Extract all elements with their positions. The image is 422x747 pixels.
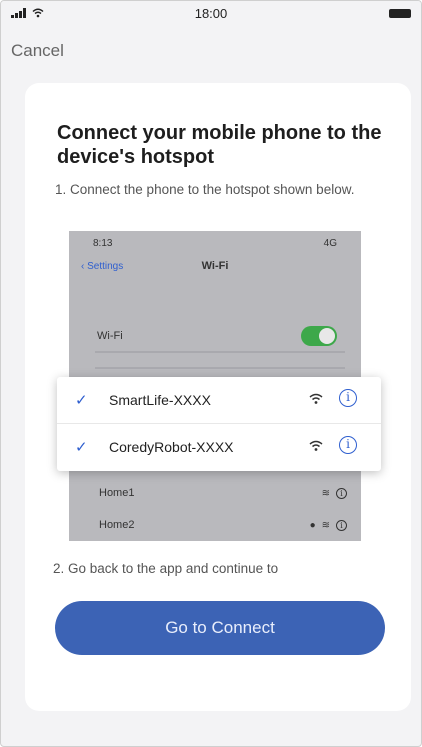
illustration-home-icons: ≋ i — [321, 487, 347, 499]
info-icon: i — [336, 487, 347, 499]
step-one-text: 1. Connect the phone to the hotspot show… — [55, 182, 355, 197]
illustration-home-name: Home2 — [99, 519, 135, 531]
illustration-carrier: 4G — [323, 237, 337, 249]
signal-icon — [11, 8, 26, 18]
network-row-coredyrobot: ✓ CoredyRobot-XXXX i — [57, 423, 381, 470]
info-icon: i — [336, 519, 347, 531]
status-time: 18:00 — [194, 5, 228, 21]
illustration-home-name: Home1 — [99, 487, 135, 499]
network-row-smartlife: ✓ SmartLife-XXXX i — [57, 377, 381, 423]
wifi-icon — [32, 8, 44, 18]
status-left — [11, 8, 91, 18]
network-name: SmartLife-XXXX — [109, 392, 211, 408]
check-icon: ✓ — [75, 439, 88, 456]
illustration-home-icons: ● ≋ i — [309, 519, 347, 531]
step-two-text: 2. Go back to the app and continue to — [53, 561, 279, 576]
info-icon: i — [339, 436, 357, 454]
wifi-icon: ≋ — [321, 519, 330, 531]
card-title: Connect your mobile phone to the device'… — [57, 122, 382, 168]
illustration-home-row: Home2 ● ≋ i — [69, 513, 361, 537]
status-right — [331, 8, 411, 18]
network-name: CoredyRobot-XXXX — [109, 439, 234, 455]
illustration-time: 8:13 — [93, 237, 113, 249]
wifi-icon — [309, 440, 323, 451]
instruction-card: Connect your mobile phone to the device'… — [25, 83, 411, 711]
illustration-wifi-row: Wi-Fi — [69, 325, 361, 347]
hotspot-list-popup: ✓ SmartLife-XXXX i ✓ CoredyRobot-XXXX i — [57, 377, 381, 471]
wifi-icon: ≋ — [321, 487, 330, 499]
go-to-connect-button[interactable]: Go to Connect — [55, 601, 385, 655]
illustration-wifi-toggle — [301, 326, 337, 346]
wifi-icon — [309, 393, 323, 404]
status-bar: 18:00 — [1, 1, 421, 25]
illustration-title: Wi-Fi — [201, 260, 229, 272]
illustration-nav-bar: ‹ Settings Wi-Fi — [69, 255, 361, 277]
illustration-note-placeholder — [95, 351, 345, 369]
check-icon: ✓ — [75, 392, 88, 409]
illustration-wifi-label: Wi-Fi — [97, 330, 123, 342]
illustration-home-row: Home1 ≋ i — [69, 481, 361, 505]
battery-icon — [388, 8, 411, 18]
phone-screen: 18:00 Cancel Connect your mobile phone t… — [0, 0, 422, 747]
info-icon: i — [339, 389, 357, 407]
lock-icon: ● — [309, 519, 316, 531]
illustration-status-bar: 8:13 4G — [69, 231, 361, 255]
cancel-button[interactable]: Cancel — [11, 41, 64, 61]
